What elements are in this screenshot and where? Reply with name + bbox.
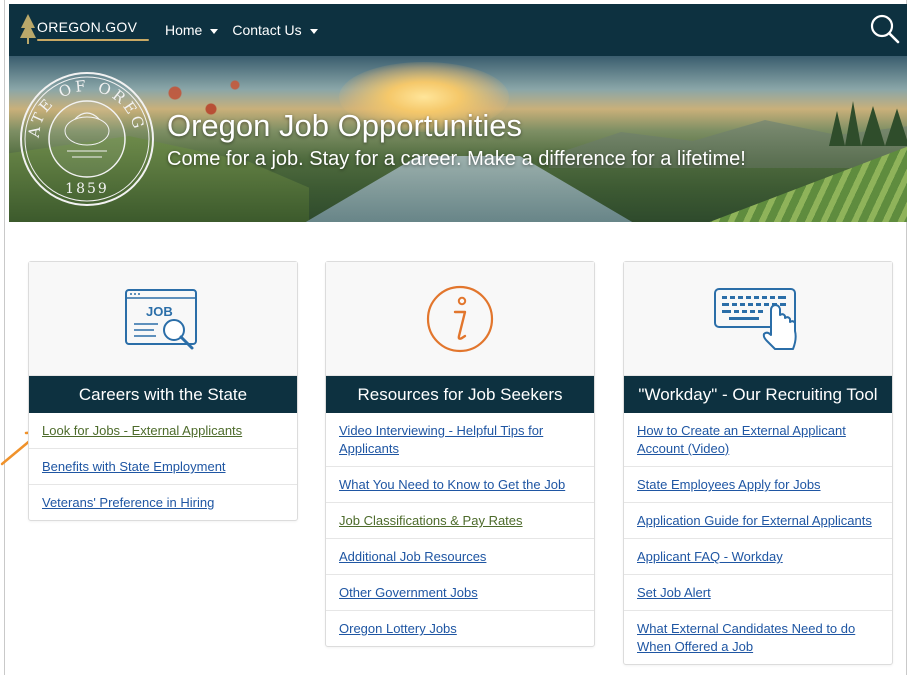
oregon-gov-logo[interactable]: OREGON.GOV bbox=[19, 10, 151, 50]
card-icon-area bbox=[326, 262, 594, 376]
list-item: State Employees Apply for Jobs bbox=[624, 467, 892, 503]
link-benefits-state-employment[interactable]: Benefits with State Employment bbox=[42, 459, 226, 474]
link-application-guide-external[interactable]: Application Guide for External Applicant… bbox=[637, 513, 872, 528]
page-subtitle: Come for a job. Stay for a career. Make … bbox=[167, 148, 746, 170]
chevron-down-icon bbox=[210, 28, 219, 34]
info-icon bbox=[426, 285, 494, 352]
logo-text: OREGON.GOV bbox=[37, 19, 138, 35]
card-title: Careers with the State bbox=[29, 376, 297, 413]
list-item: What You Need to Know to Get the Job bbox=[326, 467, 594, 503]
job-search-icon: JOB bbox=[125, 288, 197, 349]
list-item: Application Guide for External Applicant… bbox=[624, 503, 892, 539]
card-title: "Workday" - Our Recruiting Tool bbox=[624, 376, 892, 413]
link-oregon-lottery-jobs[interactable]: Oregon Lottery Jobs bbox=[339, 621, 457, 636]
list-item: Set Job Alert bbox=[624, 575, 892, 611]
search-icon[interactable] bbox=[869, 13, 901, 45]
hero-banner: STATE OF OREGON 1859 Oregon Job Opportun… bbox=[9, 56, 907, 222]
card-careers-with-the-state: JOB Careers with the State Look for Jobs… bbox=[28, 261, 298, 521]
nav-contact-label: Contact Us bbox=[232, 22, 302, 38]
list-item: Oregon Lottery Jobs bbox=[326, 611, 594, 646]
job-icon-label: JOB bbox=[146, 304, 173, 319]
list-item: Applicant FAQ - Workday bbox=[624, 539, 892, 575]
card-icon-area: JOB bbox=[29, 262, 297, 376]
chevron-down-icon bbox=[309, 28, 318, 34]
list-item: Veterans' Preference in Hiring bbox=[29, 485, 297, 520]
link-what-you-need-to-know[interactable]: What You Need to Know to Get the Job bbox=[339, 477, 565, 492]
top-nav-bar: OREGON.GOV Home Contact Us bbox=[9, 4, 907, 56]
nav-home-label: Home bbox=[165, 22, 203, 38]
link-applicant-faq-workday[interactable]: Applicant FAQ - Workday bbox=[637, 549, 783, 564]
link-state-employees-apply[interactable]: State Employees Apply for Jobs bbox=[637, 477, 821, 492]
link-external-candidates-offered-job[interactable]: What External Candidates Need to do When… bbox=[637, 621, 855, 654]
nav-contact-dropdown[interactable]: Contact Us bbox=[232, 22, 318, 38]
seal-year: 1859 bbox=[65, 181, 109, 197]
list-item: Other Government Jobs bbox=[326, 575, 594, 611]
link-create-external-account-video[interactable]: How to Create an External Applicant Acco… bbox=[637, 423, 846, 456]
link-other-government-jobs[interactable]: Other Government Jobs bbox=[339, 585, 478, 600]
link-veterans-preference[interactable]: Veterans' Preference in Hiring bbox=[42, 495, 214, 510]
card-link-list: Look for Jobs - External Applicants Bene… bbox=[29, 413, 297, 520]
tree-icon bbox=[20, 14, 36, 44]
list-item: Benefits with State Employment bbox=[29, 449, 297, 485]
list-item: Video Interviewing - Helpful Tips for Ap… bbox=[326, 413, 594, 467]
card-workday-recruiting-tool: "Workday" - Our Recruiting Tool How to C… bbox=[623, 261, 893, 665]
logo-swoosh bbox=[37, 39, 149, 41]
list-item: How to Create an External Applicant Acco… bbox=[624, 413, 892, 467]
hero-trees bbox=[829, 101, 907, 146]
list-item: What External Candidates Need to do When… bbox=[624, 611, 892, 664]
link-set-job-alert[interactable]: Set Job Alert bbox=[637, 585, 711, 600]
list-item: Look for Jobs - External Applicants bbox=[29, 413, 297, 449]
card-icon-area bbox=[624, 262, 892, 376]
list-item: Additional Job Resources bbox=[326, 539, 594, 575]
card-link-list: Video Interviewing - Helpful Tips for Ap… bbox=[326, 413, 594, 646]
page-title: Oregon Job Opportunities bbox=[167, 108, 522, 143]
state-seal-icon: STATE OF OREGON 1859 bbox=[17, 69, 154, 206]
list-item: Job Classifications & Pay Rates bbox=[326, 503, 594, 539]
keyboard-touch-icon bbox=[714, 287, 797, 350]
link-video-interviewing[interactable]: Video Interviewing - Helpful Tips for Ap… bbox=[339, 423, 543, 456]
card-title: Resources for Job Seekers bbox=[326, 376, 594, 413]
link-job-classifications[interactable]: Job Classifications & Pay Rates bbox=[339, 513, 523, 528]
nav-home-dropdown[interactable]: Home bbox=[165, 22, 219, 38]
link-additional-job-resources[interactable]: Additional Job Resources bbox=[339, 549, 486, 564]
link-look-for-jobs-external[interactable]: Look for Jobs - External Applicants bbox=[42, 423, 242, 438]
card-link-list: How to Create an External Applicant Acco… bbox=[624, 413, 892, 664]
card-resources-for-job-seekers: Resources for Job Seekers Video Intervie… bbox=[325, 261, 595, 647]
